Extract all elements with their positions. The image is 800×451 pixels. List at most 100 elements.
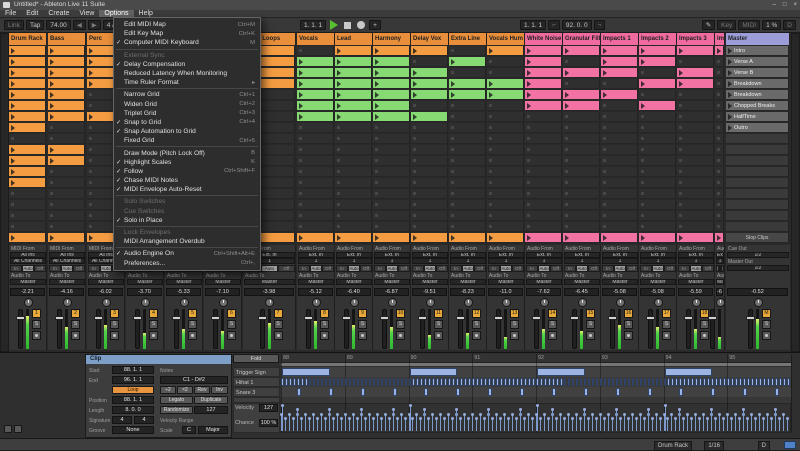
empty-clip-slot[interactable] (373, 178, 410, 188)
empty-clip-slot[interactable] (639, 178, 676, 188)
empty-clip-slot[interactable] (563, 79, 600, 89)
monitor-in[interactable]: In (450, 265, 462, 272)
empty-clip-slot[interactable] (487, 112, 524, 122)
midi-note[interactable] (679, 388, 684, 396)
midi-note[interactable] (695, 378, 698, 386)
empty-clip-slot[interactable] (487, 222, 524, 232)
arm-button[interactable] (624, 331, 633, 340)
empty-clip-slot[interactable] (715, 222, 724, 232)
velocity-stem[interactable] (323, 417, 327, 431)
empty-clip-slot[interactable] (48, 200, 85, 210)
track-header-vocals-hum[interactable]: Vocals Hum (487, 33, 525, 45)
volume-display[interactable]: -8.23 (450, 288, 485, 296)
punch-in-button[interactable]: ⌐ (548, 20, 560, 30)
midi-note[interactable] (472, 378, 475, 386)
link-status-indicator[interactable] (784, 441, 796, 449)
pan-knob[interactable] (387, 298, 397, 307)
velocity-stem[interactable] (423, 408, 427, 431)
io-channel-select[interactable]: 1 (336, 258, 372, 264)
menu-item-preferences[interactable]: Preferences... Ctrl+, (114, 259, 260, 268)
menu-item-snap-automation-to-grid[interactable]: ✓ Snap Automation to Grid (114, 127, 260, 136)
empty-clip-slot[interactable] (677, 112, 714, 122)
monitor-in[interactable]: In (602, 265, 614, 272)
velocity-stem[interactable] (319, 413, 323, 431)
play-button[interactable] (330, 20, 339, 30)
selected-device-display[interactable]: Drum Rack (653, 440, 692, 451)
io-output-select[interactable]: Master (488, 279, 524, 285)
solo-button[interactable]: S (624, 320, 633, 329)
pan-knob[interactable] (615, 298, 625, 307)
monitor-off[interactable]: Off (588, 265, 600, 272)
loop-start-display[interactable]: 1. 1. 1 (520, 20, 547, 30)
arm-button[interactable] (662, 331, 671, 340)
arm-button[interactable] (188, 331, 197, 340)
empty-clip-slot[interactable] (601, 79, 638, 89)
menu-view[interactable]: View (74, 10, 99, 17)
empty-clip-slot[interactable] (411, 156, 448, 166)
midi-note[interactable] (647, 388, 652, 396)
monitor-in[interactable]: In (298, 265, 310, 272)
capture-midi-button[interactable]: + (369, 20, 381, 30)
midi-note[interactable] (559, 378, 563, 386)
empty-clip-slot[interactable] (639, 90, 676, 100)
pan-knob[interactable] (425, 298, 435, 307)
clip[interactable] (9, 90, 46, 100)
midi-note[interactable] (296, 378, 300, 386)
midi-note[interactable] (675, 378, 679, 386)
empty-clip-slot[interactable] (449, 101, 486, 111)
empty-clip-slot[interactable] (715, 211, 724, 221)
clip[interactable] (715, 233, 724, 243)
io-output-select[interactable]: Master (450, 279, 486, 285)
velocity-stem[interactable] (554, 417, 558, 431)
midi-note[interactable] (607, 378, 611, 386)
midi-note[interactable] (715, 378, 718, 386)
clip[interactable] (525, 46, 562, 56)
clip[interactable] (411, 90, 448, 100)
envelope-box-toggle[interactable] (14, 425, 22, 433)
track-activator[interactable]: 14 (548, 309, 557, 318)
empty-clip-slot[interactable] (449, 68, 486, 78)
clip[interactable] (48, 233, 85, 243)
pan-knob[interactable] (140, 298, 150, 307)
empty-clip-slot[interactable] (335, 211, 372, 221)
velocity-stem[interactable] (491, 417, 495, 431)
empty-clip-slot[interactable] (563, 156, 600, 166)
velocity-stem[interactable] (499, 417, 503, 431)
clip[interactable] (48, 101, 85, 111)
empty-clip-slot[interactable] (563, 222, 600, 232)
midi-note[interactable] (691, 378, 694, 386)
midi-note[interactable] (771, 378, 774, 386)
empty-scene-slot[interactable] (726, 178, 789, 188)
clip[interactable] (601, 233, 638, 243)
empty-clip-slot[interactable] (449, 46, 486, 56)
velocity-stem[interactable] (303, 413, 307, 431)
empty-clip-slot[interactable] (48, 134, 85, 144)
empty-clip-slot[interactable] (677, 222, 714, 232)
monitor-in[interactable]: In (88, 265, 100, 272)
clip[interactable] (601, 46, 638, 56)
arm-button[interactable] (510, 331, 519, 340)
io-output-select[interactable]: Master (49, 279, 85, 285)
monitor-in[interactable]: In (10, 265, 22, 272)
midi-note[interactable] (460, 378, 463, 386)
midi-note[interactable] (432, 378, 435, 386)
empty-clip-slot[interactable] (525, 156, 562, 166)
clip-end-value[interactable]: 96. 1. 1 (112, 376, 154, 384)
midi-note[interactable] (444, 378, 447, 386)
monitor-auto[interactable]: Auto (100, 265, 112, 272)
midi-note[interactable] (635, 378, 639, 386)
pan-knob[interactable] (501, 298, 511, 307)
stop-button[interactable] (344, 21, 352, 29)
solo-button[interactable]: S (700, 320, 709, 329)
track-header-lead[interactable]: Lead (335, 33, 373, 45)
arrangement-position-display[interactable]: 1. 1. 1 (300, 20, 327, 30)
monitor-off[interactable]: Off (436, 265, 448, 272)
velocity-stem[interactable] (578, 417, 582, 431)
midi-note[interactable] (664, 368, 713, 376)
velocity-stem[interactable] (519, 408, 523, 431)
empty-clip-slot[interactable] (297, 145, 334, 155)
velocity-stem[interactable] (670, 413, 674, 431)
velocity-stem[interactable] (335, 413, 339, 431)
empty-clip-slot[interactable] (411, 211, 448, 221)
scene-slot[interactable]: Intro (726, 46, 789, 56)
